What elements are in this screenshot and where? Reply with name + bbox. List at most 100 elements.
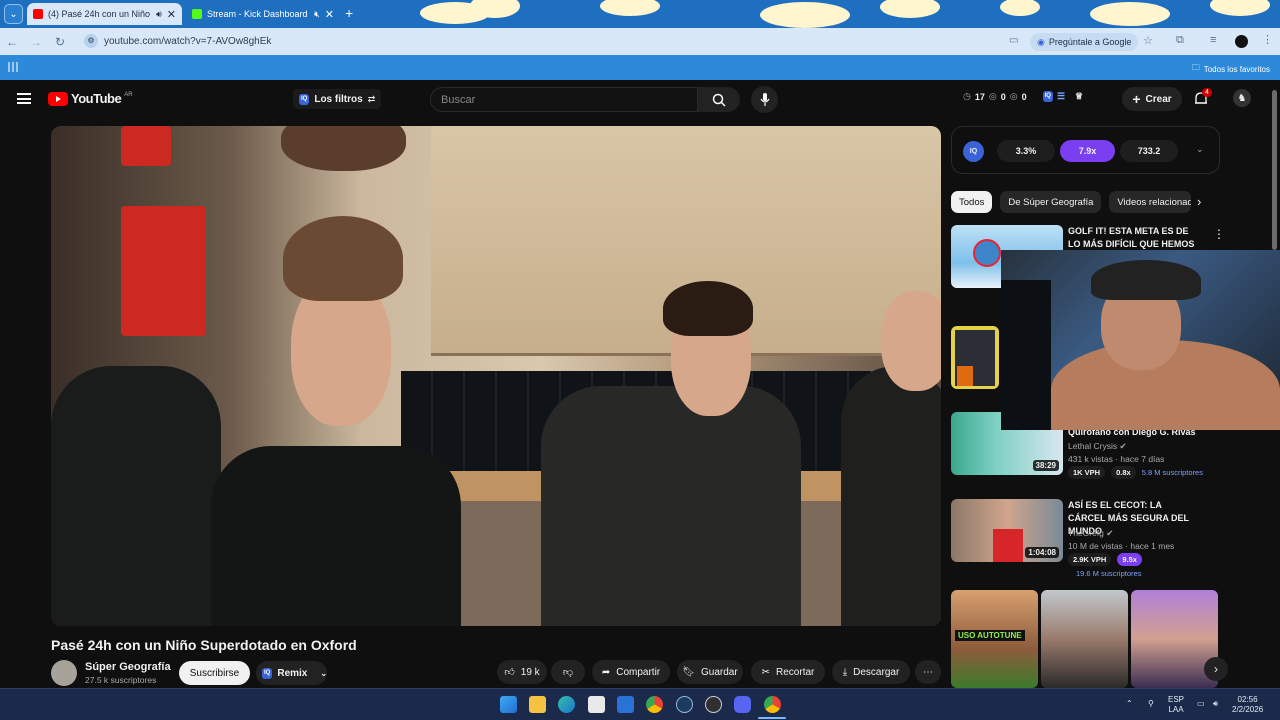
iq-extension-icon[interactable]: IQ: [1042, 91, 1053, 102]
chip-channel[interactable]: De Súper Geografía: [1000, 191, 1102, 213]
edge-icon[interactable]: [558, 696, 575, 713]
download-icon: ⤓: [842, 666, 848, 678]
page-scrollbar[interactable]: [1272, 90, 1277, 250]
discord-icon[interactable]: [734, 696, 751, 713]
network-icon[interactable]: ▭: [1197, 699, 1205, 709]
shorts-thumbnail[interactable]: [1041, 590, 1128, 688]
chevron-right-icon[interactable]: ›: [1197, 194, 1201, 209]
more-horizontal-icon: ⋯: [923, 666, 933, 678]
install-app-icon[interactable]: ▭: [1009, 35, 1018, 46]
reload-icon[interactable]: ↻: [48, 35, 72, 49]
bookmark-star-icon[interactable]: ☆: [1143, 34, 1153, 47]
remix-button[interactable]: IQ Remix ⌄: [256, 661, 327, 685]
verified-icon: ✔: [1106, 528, 1114, 538]
video-scene-person: [211, 446, 461, 626]
steam-icon[interactable]: [676, 696, 693, 713]
video-thumbnail[interactable]: 1:04:08: [951, 499, 1063, 562]
file-explorer-icon[interactable]: [529, 696, 546, 713]
chip-related[interactable]: Videos relacionad: [1109, 191, 1192, 213]
address-bar-row: ← → ↻ ⚙ youtube.com/watch?v=7-AVOw8ghEk …: [0, 28, 1280, 55]
volume-icon[interactable]: 🔊︎: [1213, 699, 1218, 709]
url-field[interactable]: youtube.com/watch?v=7-AVOw8ghEk: [104, 36, 271, 47]
recommendation-channel[interactable]: TheGrefg ✔: [1068, 528, 1113, 539]
chevron-down-icon[interactable]: ⌄: [1196, 144, 1204, 155]
active-app-indicator: [758, 717, 786, 719]
tab-search-button[interactable]: ⌄: [4, 4, 23, 24]
chip-all[interactable]: Todos: [951, 191, 993, 213]
save-button[interactable]: 🔖︎ Guardar: [677, 660, 743, 684]
tab-youtube[interactable]: (4) Pasé 24h con un Niño Superdotado en …: [27, 3, 182, 25]
recommendation-channel[interactable]: Lethal Crysis ✔: [1068, 441, 1127, 452]
extensions-icon[interactable]: ⧉: [1176, 34, 1184, 47]
search-input[interactable]: Buscar: [430, 87, 698, 112]
iq-badge: IQ: [262, 667, 273, 679]
profile-avatar[interactable]: [1235, 35, 1248, 48]
muted-speaker-icon[interactable]: 🔇︎: [314, 9, 320, 20]
apps-grid-icon[interactable]: [8, 62, 18, 72]
like-button[interactable]: 👍︎ 19 k: [497, 660, 547, 684]
download-button[interactable]: ⤓ Descargar: [832, 660, 910, 684]
outlook-icon[interactable]: [617, 696, 634, 713]
all-favorites-button[interactable]: 🗀 Todos los favoritos: [1192, 62, 1270, 76]
windows-start-icon[interactable]: [500, 696, 517, 713]
clip-button[interactable]: ✂ Recortar: [751, 660, 825, 684]
webcam-scene-cap: [1091, 260, 1201, 300]
location-icon[interactable]: ⚲: [1148, 699, 1154, 709]
kick-favicon-icon: [192, 9, 202, 19]
dislike-button[interactable]: 👎︎: [551, 660, 585, 684]
obs-icon[interactable]: [705, 696, 722, 713]
voice-search-button[interactable]: [751, 86, 778, 113]
background-cloud: [1000, 0, 1040, 16]
more-actions-button[interactable]: ⋯: [915, 660, 941, 684]
chevron-right-icon[interactable]: ›: [1204, 657, 1228, 681]
video-scene-hair: [663, 281, 753, 336]
input-language[interactable]: ESP LAA: [1168, 695, 1184, 715]
trophy-icon[interactable]: ♕: [1075, 91, 1083, 102]
filters-button[interactable]: IQ Los filtros ⇄: [293, 89, 382, 109]
clock-time: 02:56: [1237, 695, 1258, 704]
subscribe-button[interactable]: Suscribirse: [179, 661, 250, 685]
search-button[interactable]: [698, 87, 740, 112]
shorts-thumbnail[interactable]: USO AUTOTUNE: [951, 590, 1038, 688]
clock[interactable]: 02:56 2/2/2026: [1232, 695, 1263, 715]
speaker-icon[interactable]: 🔊︎: [156, 9, 162, 20]
channel-avatar[interactable]: [51, 660, 77, 686]
google-lens-icon: ◉: [1037, 36, 1045, 47]
tray-chevron-icon[interactable]: ⌃: [1126, 699, 1133, 709]
list-icon[interactable]: ☰: [1057, 91, 1065, 102]
channel-name[interactable]: Súper Geografía: [85, 661, 171, 673]
chrome-active-icon[interactable]: [764, 696, 781, 713]
recommendation-item[interactable]: 1:04:08 ASÍ ES EL CECOT: LA CÁRCEL MÁS S…: [951, 499, 1251, 578]
video-thumbnail[interactable]: [951, 326, 999, 389]
video-scene-lamp: [121, 126, 171, 166]
remix-label: Remix: [277, 667, 308, 679]
more-vertical-icon[interactable]: ⋮: [1213, 227, 1225, 241]
iq-logo-icon: IQ: [963, 141, 984, 162]
video-player[interactable]: [51, 126, 941, 626]
store-icon[interactable]: [588, 696, 605, 713]
youtube-logo[interactable]: YouTube AR: [48, 91, 133, 106]
close-icon[interactable]: ✕: [325, 8, 334, 21]
plus-icon: +: [1132, 91, 1141, 107]
create-button[interactable]: + Crear: [1122, 87, 1182, 111]
forward-icon[interactable]: →: [24, 35, 48, 49]
reading-list-icon[interactable]: ≡: [1210, 34, 1216, 46]
chrome-icon[interactable]: [646, 696, 663, 713]
search-icon: [712, 93, 726, 107]
extension-stats[interactable]: ◷ 17 ◎ 0 ◎ 0 IQ ☰ ♕: [963, 91, 1083, 102]
back-icon[interactable]: ←: [0, 35, 24, 49]
thumbnail-art: [973, 239, 1001, 267]
tab-kick[interactable]: Stream - Kick Dashboard 🔇︎ ✕: [186, 3, 340, 25]
keyboard-layout: LAA: [1168, 705, 1184, 714]
scissors-icon: ✂: [761, 666, 771, 678]
close-icon[interactable]: ✕: [167, 8, 176, 21]
menu-hamburger-icon[interactable]: [17, 93, 31, 104]
filters-label: Los filtros: [314, 93, 363, 105]
menu-icon[interactable]: ⋮: [1262, 33, 1273, 46]
ask-google-button[interactable]: ◉ Pregúntale a Google: [1030, 33, 1139, 51]
share-button[interactable]: ➦ Compartir: [592, 660, 670, 684]
new-tab-button[interactable]: +: [345, 5, 353, 21]
account-avatar[interactable]: ♞: [1233, 89, 1251, 107]
site-info-icon[interactable]: ⚙: [84, 34, 98, 48]
clock-count: 17: [974, 91, 985, 102]
